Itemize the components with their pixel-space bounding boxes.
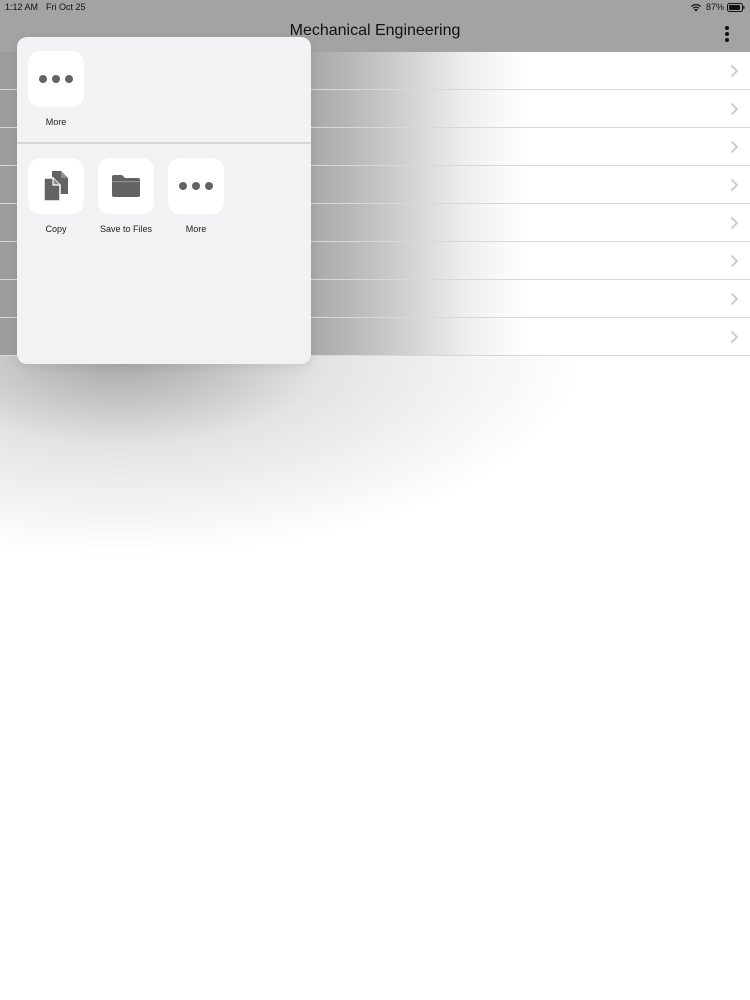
dimming-overlay	[0, 356, 750, 636]
battery-icon	[727, 3, 745, 12]
share-action-save-to-files[interactable]: Save to Files	[98, 158, 154, 234]
chevron-right-icon	[730, 64, 739, 78]
divider	[17, 142, 311, 144]
chevron-right-icon	[730, 140, 739, 154]
battery-percent: 87%	[706, 2, 725, 12]
share-action-more-top[interactable]: More	[28, 51, 84, 127]
share-sheet: More Copy Save to Files More	[17, 37, 311, 364]
status-time: 1:12 AM	[5, 2, 39, 12]
vertical-ellipsis-icon[interactable]	[720, 24, 734, 44]
wifi-icon	[690, 3, 702, 12]
share-action-copy[interactable]: Copy	[28, 158, 84, 234]
chevron-right-icon	[730, 330, 739, 344]
folder-icon	[112, 175, 140, 197]
status-bar: 1:12 AM Fri Oct 25 87%	[0, 0, 750, 16]
status-date: Fri Oct 25	[46, 2, 86, 12]
chevron-right-icon	[730, 292, 739, 306]
action-label: Save to Files	[99, 224, 153, 234]
copy-documents-icon	[43, 171, 68, 202]
ellipsis-icon	[28, 51, 84, 107]
chevron-right-icon	[730, 254, 739, 268]
chevron-right-icon	[730, 216, 739, 230]
action-label: More	[45, 117, 67, 127]
action-label: More	[185, 224, 207, 234]
share-action-more[interactable]: More	[168, 158, 224, 234]
ellipsis-icon	[168, 158, 224, 214]
chevron-right-icon	[730, 102, 739, 116]
chevron-right-icon	[730, 178, 739, 192]
action-label: Copy	[45, 224, 67, 234]
